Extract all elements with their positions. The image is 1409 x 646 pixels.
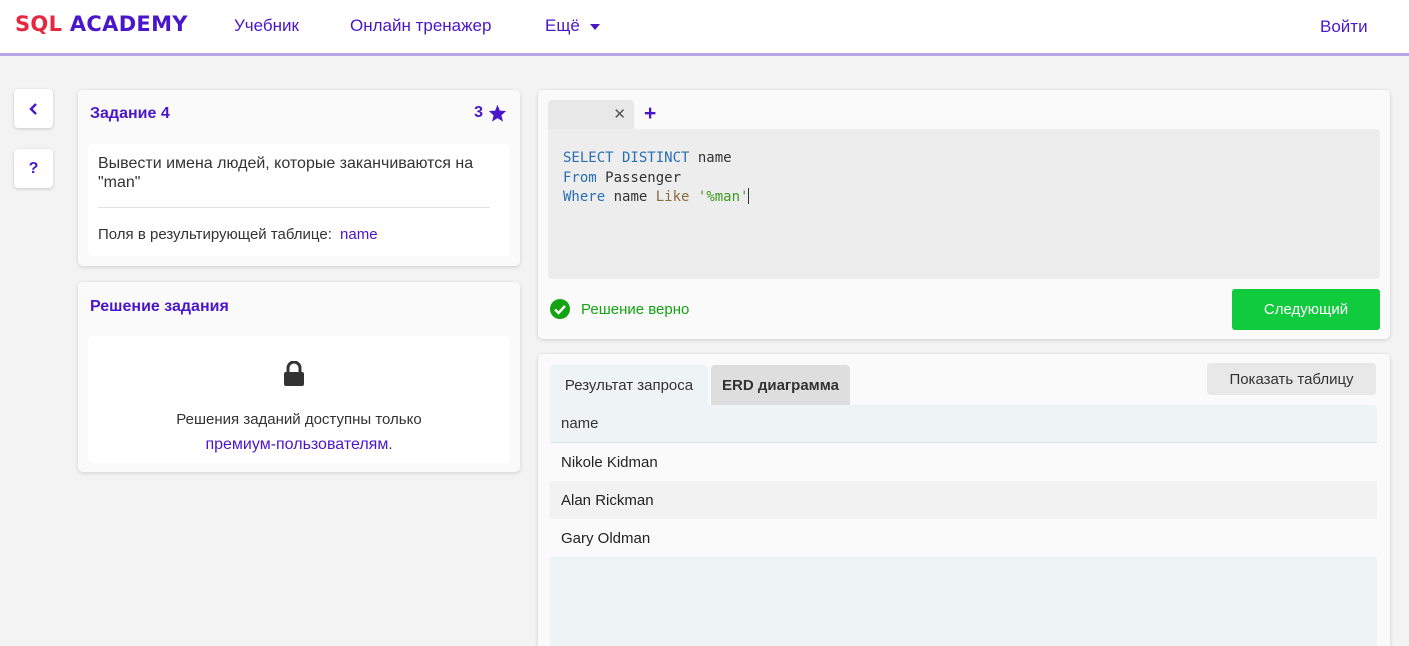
code-token: Where [563, 189, 606, 205]
code-token: name [689, 150, 732, 166]
solution-status: Решение верно [550, 299, 689, 319]
table-row: Gary Oldman [550, 519, 1377, 557]
login-link[interactable]: Войти [1320, 17, 1368, 37]
editor-card: ✕ + SELECT DISTINCT name From Passenger Wh… [538, 90, 1390, 339]
result-field-name: name [340, 226, 378, 243]
text-cursor [748, 188, 750, 204]
solution-title: Решение задания [90, 298, 229, 315]
next-button[interactable]: Следующий [1232, 289, 1380, 330]
nav-more[interactable]: Ещё [545, 16, 600, 36]
code-token: Like [655, 189, 690, 205]
premium-link[interactable]: премиум-пользователям [205, 436, 388, 453]
help-button[interactable]: ? [14, 149, 53, 188]
logo-sql: SQL [15, 12, 63, 36]
tab-erd-diagram[interactable]: ERD диаграмма [711, 365, 850, 405]
code-line: SELECT DISTINCT name [563, 149, 1365, 169]
logo-academy: ACADEMY [62, 12, 188, 36]
result-table: name Nikole Kidman Alan Rickman Gary Old… [550, 405, 1377, 646]
task-score-value: 3 [474, 104, 483, 121]
close-icon[interactable]: ✕ [613, 105, 626, 123]
task-score: 3 [474, 104, 507, 122]
table-row: Alan Rickman [550, 481, 1377, 519]
check-circle-icon [550, 299, 570, 319]
tab-query-result[interactable]: Результат запроса [550, 365, 708, 405]
editor-tabbar: ✕ + [548, 100, 1380, 130]
table-header-name: name [550, 405, 1377, 443]
task-description: Вывести имена людей, которые заканчивают… [98, 155, 474, 191]
nav-more-label: Ещё [545, 16, 580, 35]
code-token: name [605, 189, 656, 205]
solution-card: Решение задания Решения заданий доступны… [78, 282, 520, 472]
code-token: '%man' [697, 189, 749, 205]
task-card: Задание 4 3 Вывести имена людей, которые… [78, 90, 520, 266]
solution-locked-box: Решения заданий доступны только премиум-… [88, 336, 510, 463]
solution-locked-text: Решения заданий доступны только премиум-… [88, 407, 510, 457]
chevron-down-icon [589, 23, 600, 30]
locked-message: Решения заданий доступны только [176, 411, 422, 428]
nav-online-trainer[interactable]: Онлайн тренажер [350, 16, 491, 36]
nav-tutorial[interactable]: Учебник [234, 16, 299, 36]
code-token: Passenger [596, 169, 682, 186]
lock-icon [284, 361, 304, 386]
code-token: SELECT DISTINCT [563, 150, 690, 166]
add-tab-icon[interactable]: + [644, 102, 656, 126]
table-row: Nikole Kidman [550, 443, 1377, 481]
sql-editor[interactable]: SELECT DISTINCT name From Passenger Where … [548, 129, 1380, 279]
task-title: Задание 4 [90, 105, 170, 122]
code-line: Where name Like '%man' [563, 188, 1365, 208]
logo[interactable]: SQL ACADEMY [15, 12, 188, 36]
result-fields: Поля в результирующей таблице: name [98, 226, 378, 243]
editor-tab[interactable]: ✕ [548, 100, 634, 130]
locked-suffix: . [388, 436, 393, 453]
chevron-left-icon [28, 102, 37, 115]
code-token: From [563, 169, 597, 186]
help-icon: ? [28, 159, 39, 177]
back-button[interactable] [14, 89, 53, 128]
task-description-box: Вывести имена людей, которые заканчивают… [88, 144, 510, 256]
show-table-button[interactable]: Показать таблицу [1207, 363, 1376, 395]
code-line: From Passenger [563, 169, 1365, 189]
solution-status-text: Решение верно [581, 300, 690, 318]
star-icon [488, 104, 507, 122]
results-card: Результат запроса ERD диаграмма Показать… [538, 354, 1390, 646]
divider [98, 207, 490, 208]
result-fields-label: Поля в результирующей таблице: [98, 226, 332, 243]
top-header: SQL ACADEMY Учебник Онлайн тренажер Ещё … [0, 0, 1409, 56]
